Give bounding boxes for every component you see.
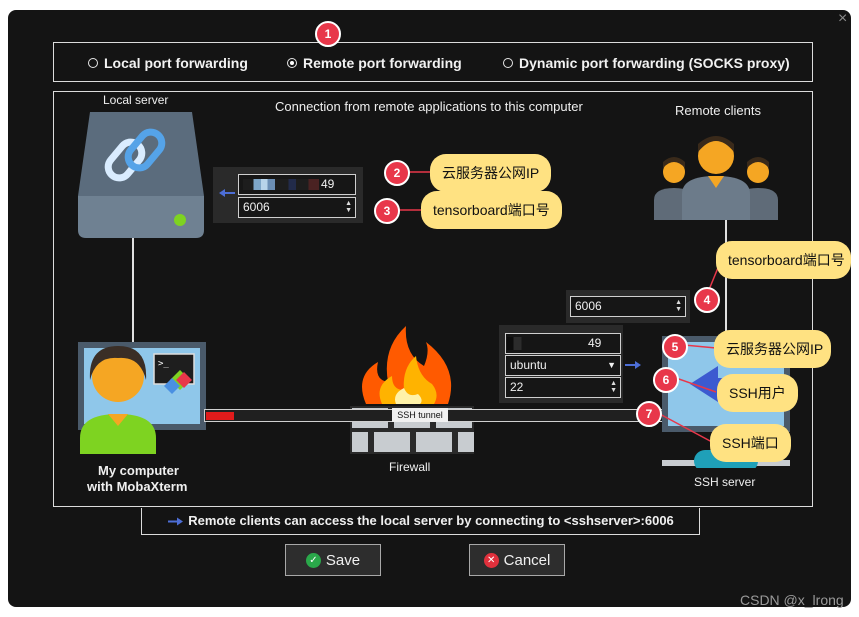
annotation-marker-5: 5 xyxy=(662,334,688,360)
annotation-connectors xyxy=(396,171,723,443)
annotation-marker-7: 7 xyxy=(636,401,662,427)
annotation-bubble-5: 云服务器公网IP xyxy=(714,330,832,368)
annotation-marker-2: 2 xyxy=(384,160,410,186)
annotation-marker-1: 1 xyxy=(315,21,341,47)
annotation-bubble-2: 云服务器公网IP xyxy=(430,154,552,192)
annotation-marker-6: 6 xyxy=(653,367,679,393)
annotation-marker-4: 4 xyxy=(694,287,720,313)
annotation-bubble-6: SSH用户 xyxy=(717,374,798,412)
annotation-bubble-7: SSH端口 xyxy=(710,424,791,462)
watermark: CSDN @x_lrong xyxy=(740,592,844,608)
annotation-bubble-3: tensorboard端口号 xyxy=(421,191,562,229)
annotation-marker-3: 3 xyxy=(374,198,400,224)
annotation-bubble-4: tensorboard端口号 xyxy=(716,241,851,279)
